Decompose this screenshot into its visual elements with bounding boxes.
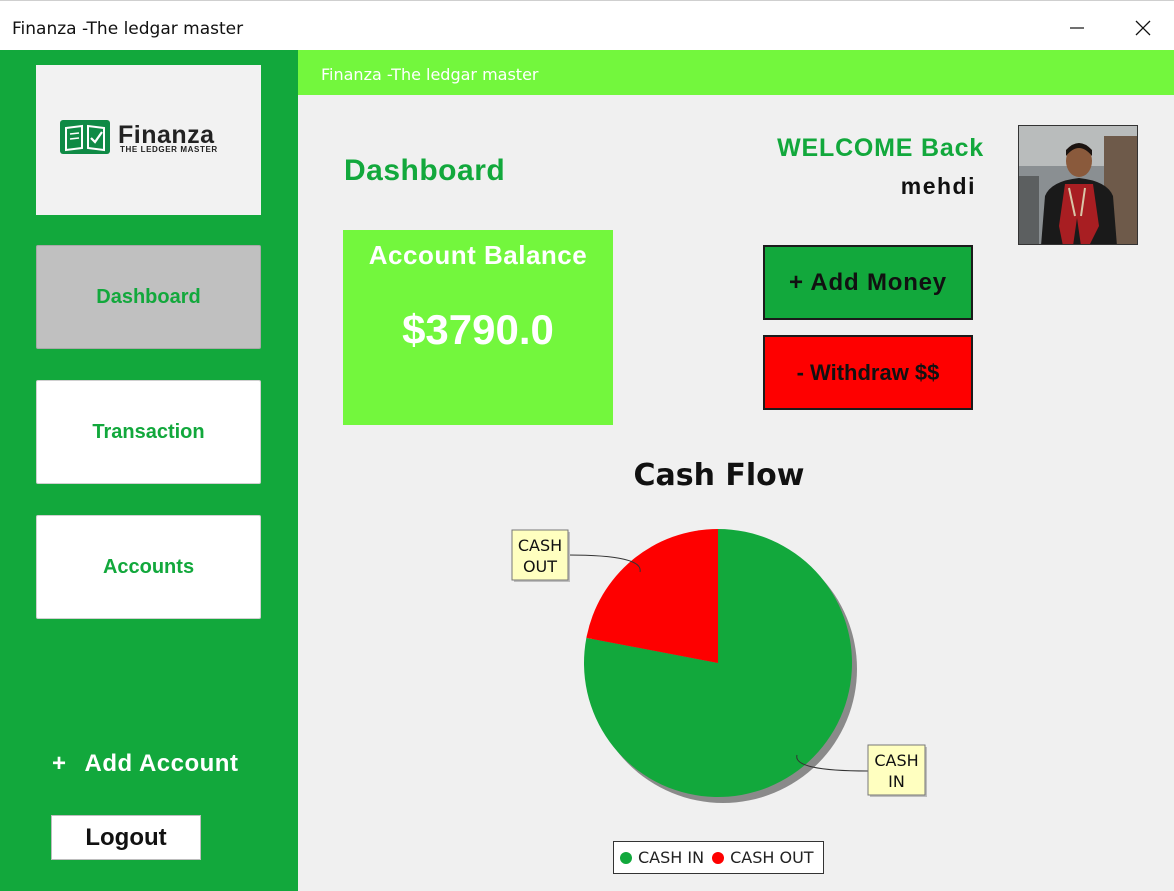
close-icon (1135, 20, 1151, 36)
welcome-text: WELCOME Back (777, 134, 984, 162)
add-account-button[interactable]: + Add Account (52, 750, 238, 778)
sidebar-item-dashboard[interactable]: Dashboard (36, 245, 261, 349)
sidebar: Finanza THE LEDGER MASTER Dashboard Tran… (0, 50, 298, 891)
minimize-button[interactable] (1054, 11, 1100, 45)
close-button[interactable] (1120, 11, 1166, 45)
header-bar: Finanza -The ledgar master (298, 50, 1174, 95)
callout-label-cash-out: CASH (518, 536, 562, 555)
sidebar-item-label: Accounts (102, 555, 195, 578)
callout-label-cash-in: IN (888, 772, 905, 791)
header-title: Finanza -The ledgar master (321, 65, 539, 84)
chart-title: Cash Flow (633, 458, 805, 493)
add-money-button[interactable]: + Add Money (763, 245, 973, 320)
chart-legend: CASH IN CASH OUT (613, 841, 824, 874)
legend-label: CASH OUT (730, 848, 814, 867)
sidebar-item-label: Dashboard (96, 285, 201, 308)
sidebar-item-transaction[interactable]: Transaction (36, 380, 261, 484)
sidebar-item-label: Transaction (92, 420, 205, 443)
legend-item-cash-in: CASH IN (620, 848, 704, 867)
user-photo-avatar-icon (1019, 126, 1137, 244)
withdraw-button[interactable]: - Withdraw $$ (763, 335, 973, 410)
logout-button[interactable]: Logout (51, 815, 201, 860)
legend-swatch-cash-out (712, 851, 725, 864)
callout-label-cash-in: CASH (874, 751, 918, 770)
legend-label: CASH IN (638, 848, 705, 867)
cash-flow-pie-chart: CASH OUT CASH IN (511, 529, 927, 803)
add-account-label: Add Account (84, 750, 239, 777)
logo-tagline: THE LEDGER MASTER (120, 145, 218, 154)
plus-icon: + (52, 750, 67, 777)
window-title: Finanza -The ledgar master (12, 19, 244, 39)
window-titlebar: Finanza -The ledgar master (0, 0, 1174, 50)
balance-value: $3790.0 (402, 306, 554, 353)
legend-item-cash-out: CASH OUT (712, 848, 814, 867)
balance-label: Account Balance (368, 240, 588, 270)
username: mehdi (900, 173, 976, 199)
callout-label-cash-out: OUT (523, 557, 557, 576)
logo: Finanza THE LEDGER MASTER (36, 65, 261, 215)
avatar[interactable] (1018, 125, 1138, 245)
legend-swatch-cash-in (620, 851, 632, 864)
minimize-icon (1070, 27, 1084, 29)
ledger-book-icon (60, 120, 110, 154)
page-title: Dashboard (344, 154, 506, 187)
sidebar-item-accounts[interactable]: Accounts (36, 515, 261, 619)
account-balance-card: Account Balance $3790.0 (343, 230, 613, 425)
